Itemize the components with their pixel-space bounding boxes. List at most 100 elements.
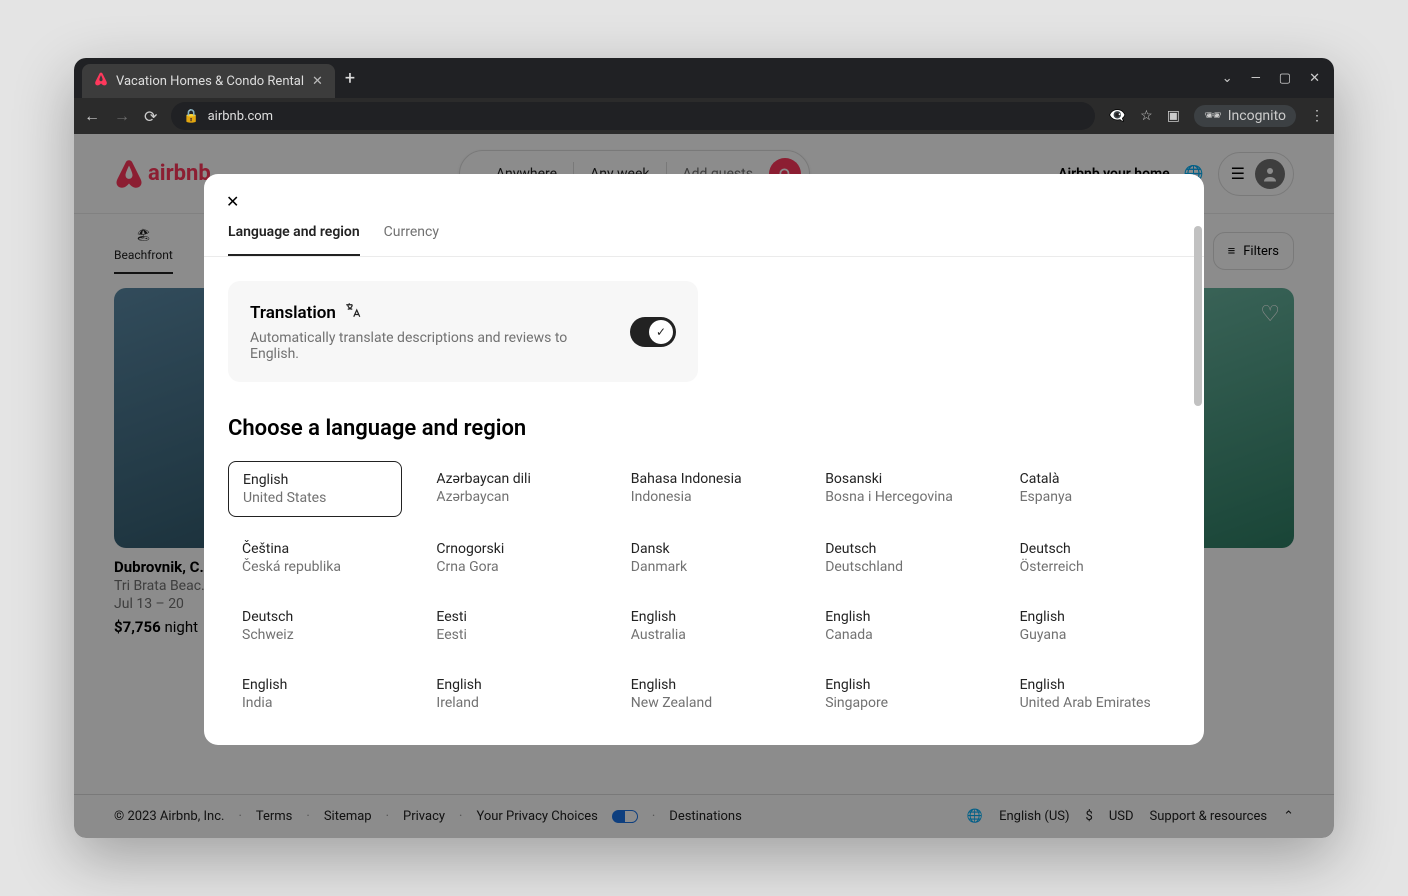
language-option[interactable]: English Canada: [811, 599, 985, 653]
language-name: Dansk: [631, 541, 777, 557]
language-region: Česká republika: [242, 559, 388, 575]
scrollbar-thumb[interactable]: [1194, 226, 1202, 406]
panel-icon[interactable]: ▣: [1167, 108, 1180, 124]
language-name: English: [631, 609, 777, 625]
language-option[interactable]: English United States: [228, 461, 402, 517]
language-region: Azərbaycan: [436, 489, 582, 505]
language-name: English: [1020, 609, 1166, 625]
language-option[interactable]: EestiEesti: [422, 599, 596, 653]
omnibox[interactable]: 🔒 airbnb.com: [171, 102, 1094, 130]
back-icon[interactable]: ←: [84, 106, 100, 126]
language-region: India: [242, 695, 388, 711]
browser-tab[interactable]: Vacation Homes & Condo Rental ✕: [82, 64, 335, 98]
language-option[interactable]: Bahasa Indonesia Indonesia: [617, 461, 791, 517]
translation-toggle[interactable]: ✓: [630, 317, 676, 347]
url-text: airbnb.com: [208, 109, 273, 124]
page-root: airbnb Anywhere Any week Add guests Airb…: [74, 134, 1334, 838]
toggle-knob: ✓: [649, 320, 673, 344]
language-option[interactable]: EnglishNew Zealand: [617, 667, 791, 721]
language-region: United States: [243, 490, 387, 506]
modal-body: Translation Automatically translate desc…: [204, 257, 1204, 745]
language-option[interactable]: Azərbaycan dili Azərbaycan: [422, 461, 596, 517]
language-region: Espanya: [1020, 489, 1166, 505]
language-name: English: [825, 609, 971, 625]
language-option[interactable]: CrnogorskiCrna Gora: [422, 531, 596, 585]
language-option[interactable]: Bosanski Bosna i Hercegovina: [811, 461, 985, 517]
language-option[interactable]: English United Arab Emirates: [1006, 667, 1180, 721]
language-region: United Arab Emirates: [1020, 695, 1166, 711]
language-region: Indonesia: [631, 489, 777, 505]
language-name: English: [242, 677, 388, 693]
forward-icon: →: [114, 106, 130, 126]
language-region: Bosna i Hercegovina: [825, 489, 971, 505]
browser-window: Vacation Homes & Condo Rental ✕ + ⌄ — ▢ …: [74, 58, 1334, 838]
tab-title: Vacation Homes & Condo Rental: [116, 74, 304, 89]
tab-language-region[interactable]: Language and region: [228, 224, 360, 256]
language-option[interactable]: Deutsch Deutschland: [811, 531, 985, 585]
language-option[interactable]: Dansk Danmark: [617, 531, 791, 585]
choose-heading: Choose a language and region: [228, 416, 1180, 441]
language-region: Crna Gora: [436, 559, 582, 575]
language-option[interactable]: English Guyana: [1006, 599, 1180, 653]
translation-desc: Automatically translate descriptions and…: [250, 330, 610, 362]
language-region: Schweiz: [242, 627, 388, 643]
browser-titlebar: Vacation Homes & Condo Rental ✕ + ⌄ — ▢ …: [74, 58, 1334, 98]
language-name: English: [825, 677, 971, 693]
language-modal: ✕ Language and region Currency Translati…: [204, 174, 1204, 745]
language-option[interactable]: Deutsch Schweiz: [228, 599, 402, 653]
language-name: Čeština: [242, 541, 388, 557]
language-name: English: [243, 472, 387, 488]
language-name: Deutsch: [242, 609, 388, 625]
translation-card: Translation Automatically translate desc…: [228, 281, 698, 382]
airbnb-favicon-icon: [94, 72, 108, 90]
tab-close-icon[interactable]: ✕: [312, 74, 323, 89]
language-name: Deutsch: [1020, 541, 1166, 557]
language-option[interactable]: English India: [228, 667, 402, 721]
language-name: Català: [1020, 471, 1166, 487]
maximize-icon[interactable]: ▢: [1279, 71, 1291, 86]
minimize-icon[interactable]: —: [1251, 71, 1261, 86]
language-region: Österreich: [1020, 559, 1166, 575]
modal-overlay[interactable]: ✕ Language and region Currency Translati…: [74, 134, 1334, 838]
bookmark-icon[interactable]: ☆: [1140, 108, 1153, 124]
language-option[interactable]: English Ireland: [422, 667, 596, 721]
language-region: Ireland: [436, 695, 582, 711]
tab-currency[interactable]: Currency: [384, 224, 439, 256]
language-grid: EnglishUnited StatesAzərbaycan diliAzərb…: [228, 461, 1180, 721]
translation-title-text: Translation: [250, 303, 336, 323]
close-icon[interactable]: ✕: [226, 192, 239, 211]
language-region: Eesti: [436, 627, 582, 643]
language-name: Azərbaycan dili: [436, 471, 582, 487]
language-region: Australia: [631, 627, 777, 643]
language-region: Canada: [825, 627, 971, 643]
reload-icon[interactable]: ⟳: [144, 107, 157, 126]
translate-icon: [344, 301, 362, 324]
language-name: Bosanski: [825, 471, 971, 487]
browser-address-bar: ← → ⟳ 🔒 airbnb.com 👁‍🗨 ☆ ▣ 🕶 Incognito ⋮: [74, 98, 1334, 134]
translation-title: Translation: [250, 301, 610, 324]
chevron-down-icon[interactable]: ⌄: [1222, 71, 1233, 86]
window-controls: ⌄ — ▢ ✕: [1222, 71, 1334, 86]
close-window-icon[interactable]: ✕: [1309, 71, 1320, 86]
language-region: New Zealand: [631, 695, 777, 711]
language-region: Danmark: [631, 559, 777, 575]
new-tab-button[interactable]: +: [345, 68, 355, 89]
language-region: Singapore: [825, 695, 971, 711]
eye-off-icon[interactable]: 👁‍🗨: [1109, 108, 1126, 124]
language-name: Deutsch: [825, 541, 971, 557]
language-option[interactable]: Čeština Česká republika: [228, 531, 402, 585]
language-option[interactable]: Deutsch Österreich: [1006, 531, 1180, 585]
language-option[interactable]: English Australia: [617, 599, 791, 653]
incognito-chip[interactable]: 🕶 Incognito: [1194, 105, 1296, 127]
language-option[interactable]: Català Espanya: [1006, 461, 1180, 517]
lock-icon: 🔒: [183, 109, 199, 124]
kebab-menu-icon[interactable]: ⋮: [1310, 108, 1324, 124]
language-name: English: [1020, 677, 1166, 693]
incognito-label: Incognito: [1228, 108, 1286, 124]
incognito-icon: 🕶: [1204, 108, 1222, 124]
language-region: Guyana: [1020, 627, 1166, 643]
language-option[interactable]: English Singapore: [811, 667, 985, 721]
language-name: English: [436, 677, 582, 693]
language-name: Bahasa Indonesia: [631, 471, 777, 487]
language-region: Deutschland: [825, 559, 971, 575]
